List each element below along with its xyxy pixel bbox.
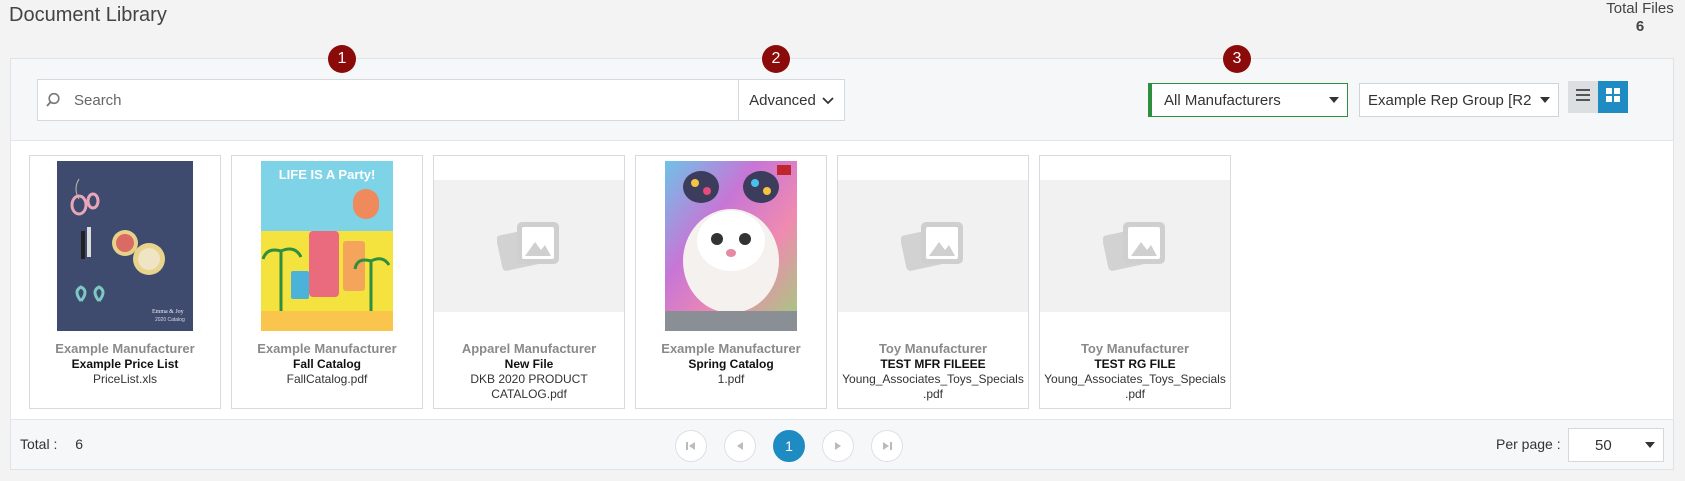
document-title: Spring Catalog xyxy=(688,357,774,371)
document-thumbnail-slot xyxy=(434,156,624,336)
document-card[interactable]: Apparel Manufacturer New File DKB 2020 P… xyxy=(433,155,625,409)
last-page-icon xyxy=(882,438,892,454)
list-icon xyxy=(1576,88,1590,106)
per-page-value: 50 xyxy=(1595,436,1612,454)
document-meta: Example Manufacturer Example Price List … xyxy=(30,340,220,387)
pagination-footer: Total : 6 1 Per page : 50 xyxy=(11,419,1673,469)
last-page-button[interactable] xyxy=(871,430,903,462)
manufacturer-select[interactable]: All Manufacturers xyxy=(1148,83,1348,117)
svg-text:Emma & Joy: Emma & Joy xyxy=(152,309,184,315)
document-meta: Example Manufacturer Spring Catalog 1.pd… xyxy=(636,340,826,387)
document-thumbnail-slot xyxy=(838,156,1028,336)
document-manufacturer: Example Manufacturer xyxy=(55,341,195,356)
total-count-label: Total : xyxy=(20,436,58,452)
prev-page-icon xyxy=(736,438,744,454)
placeholder-image-icon xyxy=(1040,180,1230,312)
document-manufacturer: Toy Manufacturer xyxy=(1080,341,1190,356)
total-count: Total : 6 xyxy=(20,436,83,452)
annotation-marker-2: 2 xyxy=(762,45,790,73)
document-title: Fall Catalog xyxy=(292,357,361,371)
rep-group-select[interactable]: Example Rep Group [R25 xyxy=(1359,83,1559,117)
annotation-marker-3: 3 xyxy=(1223,45,1251,73)
manufacturer-select-value: All Manufacturers xyxy=(1164,91,1281,109)
document-manufacturer: Example Manufacturer xyxy=(257,341,397,356)
caret-down-icon xyxy=(1637,442,1663,448)
svg-text:2020 Catalog: 2020 Catalog xyxy=(155,317,185,323)
advanced-label: Advanced xyxy=(749,91,816,109)
placeholder-image-icon xyxy=(434,180,624,312)
document-card[interactable]: LIFE IS A Party! Example Manufacturer Fa… xyxy=(231,155,423,409)
prev-page-button[interactable] xyxy=(724,430,756,462)
caret-down-icon xyxy=(1321,97,1347,103)
document-title: TEST MFR FILEEE xyxy=(880,357,986,371)
document-meta: Example Manufacturer Fall Catalog FallCa… xyxy=(232,340,422,387)
chevron-down-icon xyxy=(822,92,834,109)
document-thumbnail-plush-cover xyxy=(636,156,826,336)
pager: 1 xyxy=(675,430,903,462)
placeholder-image-icon xyxy=(838,180,1028,312)
per-page-label: Per page : xyxy=(1496,436,1561,452)
page-title: Document Library xyxy=(9,4,167,26)
total-count-value: 6 xyxy=(75,436,84,452)
document-filename: PriceList.xls xyxy=(92,372,157,386)
document-filename: Young_Associates_Toys_Specials .pdf xyxy=(1044,372,1226,401)
document-meta: Apparel Manufacturer New File DKB 2020 P… xyxy=(434,340,624,402)
document-panel: Advanced 1 2 3 All Manufacturers Example… xyxy=(10,45,1674,470)
total-files-count: 6 xyxy=(1635,18,1645,35)
document-filename: FallCatalog.pdf xyxy=(286,372,368,386)
caret-down-icon xyxy=(1532,97,1558,103)
toolbar: Advanced 1 2 3 All Manufacturers Example… xyxy=(11,45,1673,141)
grid-icon xyxy=(1606,87,1620,107)
search-icon xyxy=(38,92,68,108)
document-thumbnail-earrings-cover: Emma & Joy 2020 Catalog xyxy=(30,156,220,336)
document-grid: Emma & Joy 2020 Catalog Example Manufact… xyxy=(29,155,1231,409)
document-card[interactable]: Emma & Joy 2020 Catalog Example Manufact… xyxy=(29,155,221,409)
advanced-search-button[interactable]: Advanced xyxy=(738,80,844,120)
next-page-button[interactable] xyxy=(822,430,854,462)
document-manufacturer: Toy Manufacturer xyxy=(878,341,988,356)
document-filename: DKB 2020 PRODUCT CATALOG.pdf xyxy=(470,372,588,401)
document-filename: 1.pdf xyxy=(717,372,745,386)
document-card[interactable]: Toy Manufacturer TEST MFR FILEEE Young_A… xyxy=(837,155,1029,409)
rep-group-select-value: Example Rep Group [R25 xyxy=(1368,91,1532,109)
document-thumbnail-slot xyxy=(1040,156,1230,336)
document-meta: Toy Manufacturer TEST RG FILE Young_Asso… xyxy=(1040,340,1230,402)
first-page-button[interactable] xyxy=(675,430,707,462)
per-page-select[interactable]: 50 xyxy=(1568,428,1664,462)
document-card[interactable]: Toy Manufacturer TEST RG FILE Young_Asso… xyxy=(1039,155,1231,409)
document-card[interactable]: Example Manufacturer Spring Catalog 1.pd… xyxy=(635,155,827,409)
document-thumbnail-party-cover: LIFE IS A Party! xyxy=(232,156,422,336)
page-button-current[interactable]: 1 xyxy=(773,430,805,462)
document-title: Example Price List xyxy=(71,357,179,371)
document-manufacturer: Apparel Manufacturer xyxy=(461,341,597,356)
annotation-marker-1: 1 xyxy=(328,45,356,73)
grid-view-button[interactable] xyxy=(1598,81,1628,113)
list-view-button[interactable] xyxy=(1568,81,1598,113)
document-meta: Toy Manufacturer TEST MFR FILEEE Young_A… xyxy=(838,340,1028,402)
first-page-icon xyxy=(686,438,696,454)
search-box: Advanced xyxy=(37,79,845,121)
document-title: TEST RG FILE xyxy=(1094,357,1176,371)
document-title: New File xyxy=(504,357,554,371)
document-manufacturer: Example Manufacturer xyxy=(661,341,801,356)
next-page-icon xyxy=(834,438,842,454)
search-input[interactable] xyxy=(68,80,738,120)
total-files-label: Total Files xyxy=(1606,0,1674,17)
cover-text: LIFE IS A Party! xyxy=(279,167,376,182)
total-files: Total Files 6 xyxy=(1595,0,1685,36)
document-filename: Young_Associates_Toys_Specials .pdf xyxy=(842,372,1024,401)
